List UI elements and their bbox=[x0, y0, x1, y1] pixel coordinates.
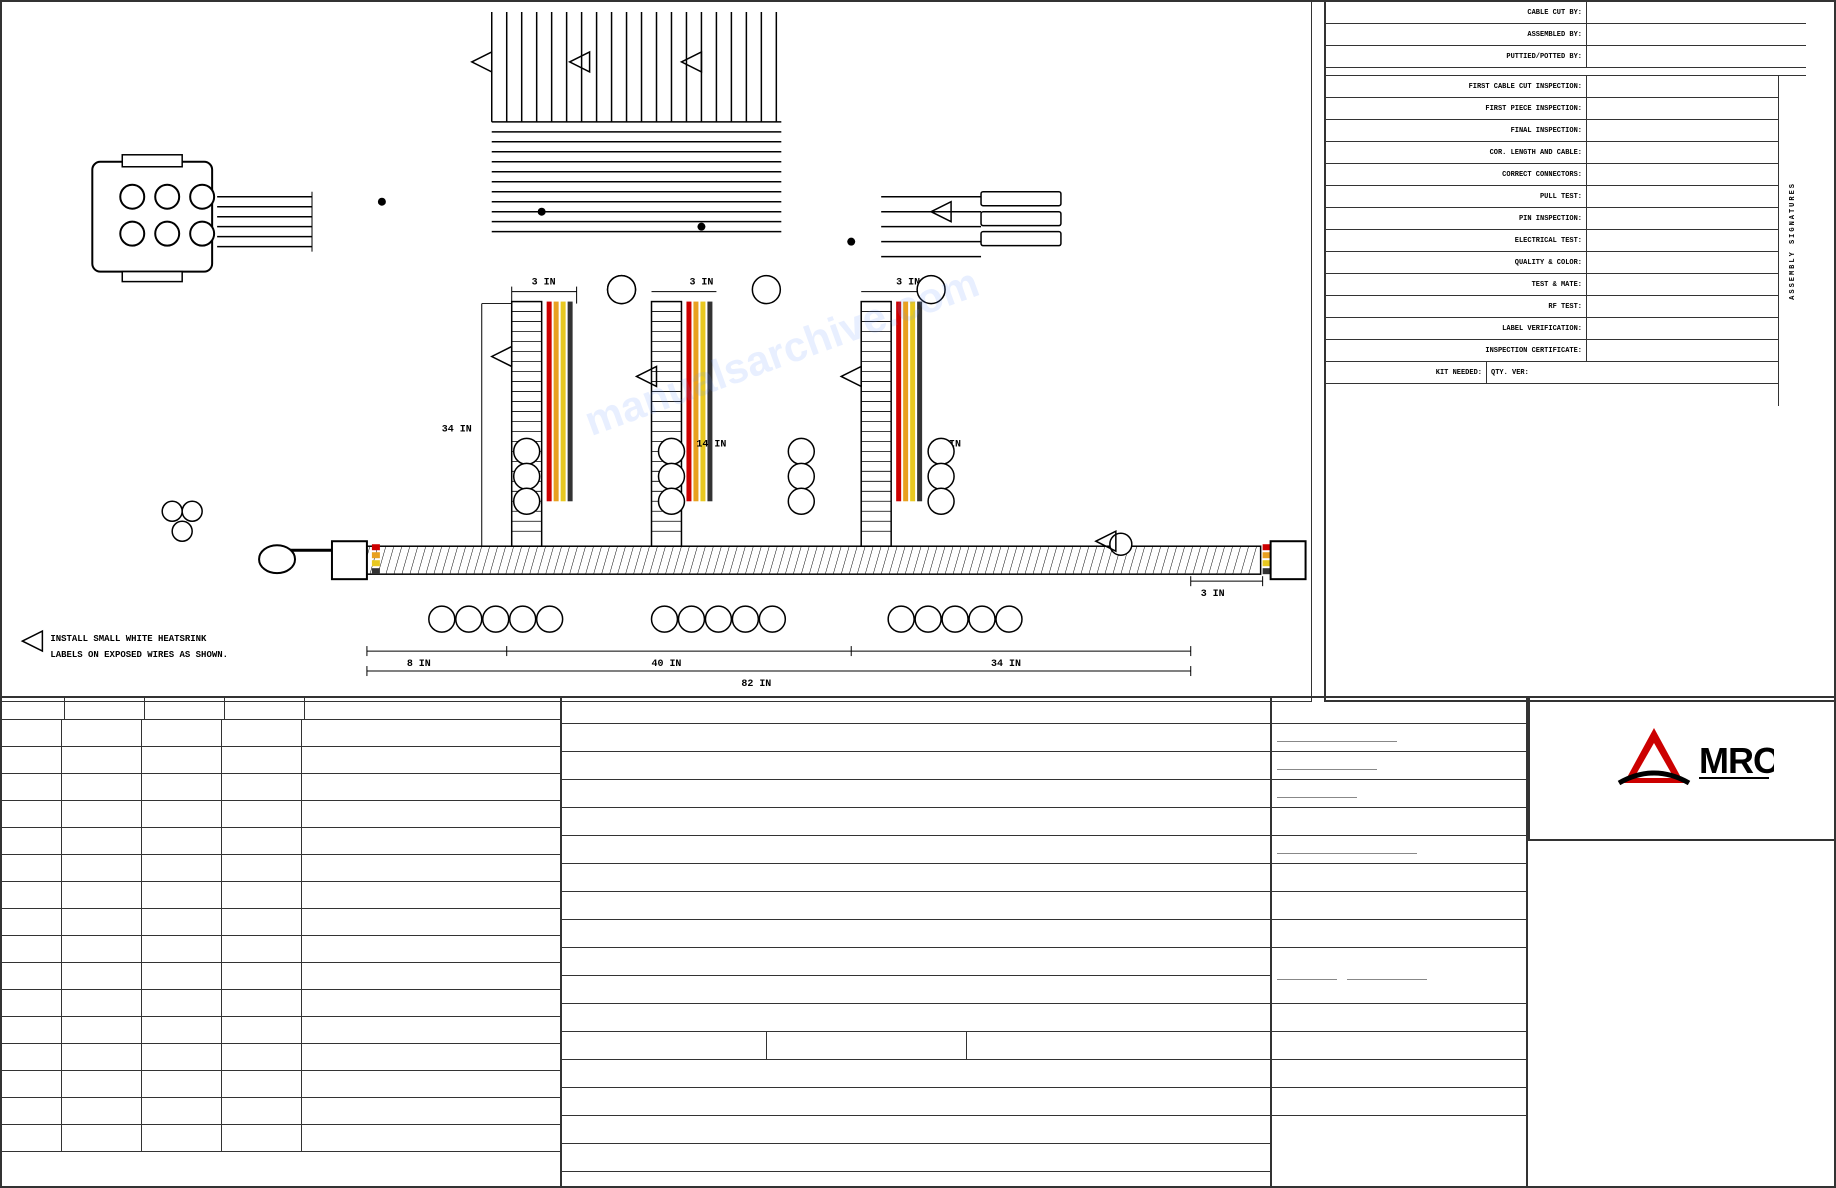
first-cable-cut-label: FIRST CABLE CUT INSPECTION: bbox=[1326, 83, 1586, 91]
inspection-cert-label: INSPECTION CERTIFICATE: bbox=[1326, 347, 1586, 355]
svg-text:3 IN: 3 IN bbox=[1201, 588, 1225, 599]
middle-left-cluster bbox=[658, 438, 684, 514]
svg-text:LABELS ON EXPOSED WIRES AS SHO: LABELS ON EXPOSED WIRES AS SHOWN. bbox=[50, 650, 228, 660]
bottom-right-area: MRO bbox=[1272, 696, 1836, 1186]
svg-text:MRO: MRO bbox=[1699, 740, 1774, 781]
svg-text:34 IN: 34 IN bbox=[991, 658, 1021, 669]
mro-logo: MRO bbox=[1594, 718, 1774, 818]
svg-text:8 IN: 8 IN bbox=[407, 658, 431, 669]
rf-test-label: RF TEST: bbox=[1326, 303, 1586, 311]
assembled-label: ASSEMBLED BY: bbox=[1326, 31, 1586, 39]
top-connector-group bbox=[472, 12, 782, 232]
electrical-test-label: ELECTRICAL TEST: bbox=[1326, 237, 1586, 245]
final-inspection-label: FINAL INSPECTION: bbox=[1326, 127, 1586, 135]
svg-text:34 IN: 34 IN bbox=[442, 423, 472, 434]
drawing-info-block bbox=[562, 696, 1272, 1186]
label-verification-label: LABEL VERIFICATION: bbox=[1326, 325, 1586, 333]
left-connector-cluster bbox=[514, 438, 540, 514]
logo-area: MRO bbox=[1528, 696, 1836, 841]
pull-test-label: PULL TEST: bbox=[1326, 193, 1586, 201]
kit-needed-label: KIT NEEDED: bbox=[1326, 369, 1486, 377]
bottom-area: MRO bbox=[2, 696, 1836, 1186]
cable-cut-label: CABLE CUT BY: bbox=[1326, 9, 1586, 17]
page: manualsarchive.com bbox=[0, 0, 1836, 1188]
assembly-signatures-vertical: ASSEMBLY SIGNATURES bbox=[1789, 182, 1797, 300]
svg-text:3 IN: 3 IN bbox=[689, 277, 713, 288]
pin-inspection-label: PIN INSPECTION: bbox=[1326, 215, 1586, 223]
test-mate-label: TEST & MATE: bbox=[1326, 281, 1586, 289]
cor-length-label: COR. LENGTH AND CABLE: bbox=[1326, 149, 1586, 157]
svg-text:3 IN: 3 IN bbox=[896, 277, 920, 288]
left-connector bbox=[92, 155, 1005, 282]
right-cluster bbox=[928, 438, 954, 514]
kit-needed-value: QTY. VER: bbox=[1491, 369, 1529, 377]
schematic-drawing: 3 IN 34 IN bbox=[2, 2, 1311, 701]
puttied-label: PUTTIED/POTTED BY: bbox=[1326, 53, 1586, 61]
right-connectors bbox=[881, 192, 1061, 257]
middle-right-cluster bbox=[788, 438, 814, 514]
bottom-left-connectors bbox=[429, 606, 563, 632]
signatures-panel: CABLE CUT BY: ASSEMBLED BY: PUTTIED/POTT… bbox=[1324, 2, 1834, 702]
bom-table bbox=[2, 696, 562, 1186]
svg-text:3 IN: 3 IN bbox=[532, 277, 556, 288]
svg-text:14 IN: 14 IN bbox=[696, 438, 726, 449]
svg-text:40 IN: 40 IN bbox=[652, 658, 682, 669]
correct-connectors-label: CORRECT CONNECTORS: bbox=[1326, 171, 1586, 179]
first-piece-label: FIRST PIECE INSPECTION: bbox=[1326, 105, 1586, 113]
cable-assembly bbox=[259, 533, 1306, 579]
svg-text:82 IN: 82 IN bbox=[741, 678, 771, 689]
drawing-area: manualsarchive.com bbox=[2, 2, 1312, 702]
bottom-middle-connectors bbox=[652, 606, 786, 632]
quality-color-label: QUALITY & COLOR: bbox=[1326, 259, 1586, 267]
bottom-right-connectors bbox=[888, 606, 1022, 632]
svg-text:INSTALL SMALL WHITE HEATSRINK: INSTALL SMALL WHITE HEATSRINK bbox=[50, 634, 207, 644]
